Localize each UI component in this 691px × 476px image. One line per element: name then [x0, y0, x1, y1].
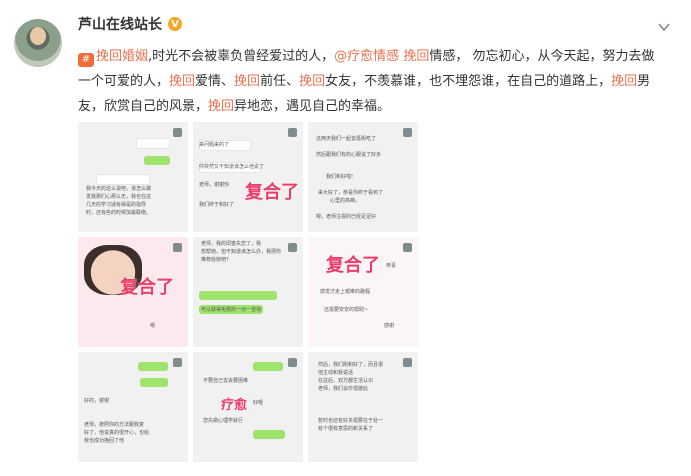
- stamp-text: 复合了: [326, 255, 380, 276]
- chevron-down-icon[interactable]: [655, 18, 673, 36]
- topic-link[interactable]: 挽回: [299, 74, 325, 89]
- chat-avatar: [288, 243, 297, 252]
- chat-message-text: 我今天的这么说吧，该怎么做: [86, 186, 152, 192]
- post-text-segment: ,时光不会被辜负曾经爱过的人，: [148, 49, 335, 64]
- image-tile-8[interactable]: 不要自己去会要困难好喔您先做心理学就行 疗愈: [193, 352, 303, 462]
- chat-message-text: 感谢: [384, 323, 395, 329]
- chat-message-text: 恭喜: [386, 263, 397, 269]
- chat-message-text: 几天的学习适有缘是的指导: [86, 202, 147, 208]
- tag-icon: #: [78, 53, 94, 67]
- chat-avatar: [288, 128, 297, 137]
- image-grid: 我今天的这么说吧，该怎么做 发我那们心那么无，我也在这 几天的学习适有缘是的指导 时，…: [78, 122, 418, 472]
- post-text-segment: 女友，不羡慕谁，也不埋怨谁，在自己的道路上，: [325, 74, 612, 89]
- chat-avatar: [403, 128, 412, 137]
- chat-avatar: [173, 128, 182, 137]
- image-tile-9[interactable]: 然后，我们刚和好了，而且很 他主动和我说话在这后，双方都生活认识 老师，我们会珍惜彼…: [308, 352, 418, 462]
- image-tile-4[interactable]: 嗯 复合了: [78, 237, 188, 347]
- post-text-segment: 爱情、: [195, 74, 235, 89]
- verified-badge-icon: V: [168, 17, 182, 31]
- image-tile-6[interactable]: 恭喜感觉才走上艰难的路程 还需要安安的帮助~ 感谢 复合了: [308, 237, 418, 347]
- chat-message-text: 有个很有意思的新关系了: [318, 426, 374, 432]
- chat-message-text: 发我那们心那么无，我也在这: [86, 194, 152, 200]
- user-line: 芦山在线站长 V: [78, 14, 182, 34]
- chat-message-text: 老师，谢谢你: [199, 182, 230, 188]
- chat-message-text: 老师，我们会珍惜彼此: [318, 386, 369, 392]
- chat-message-text: 老师，按照你的方法跟我复: [84, 422, 145, 428]
- chat-message-text: 心里的高峰。: [330, 198, 361, 204]
- topic-link[interactable]: 挽回: [234, 74, 260, 89]
- chat-message-text: 暂时也还有好多需要在于处一: [318, 418, 384, 424]
- chat-message-text: 你突然又不知道该怎么他说了: [199, 164, 265, 170]
- topic-link[interactable]: 挽回: [403, 49, 429, 64]
- chat-message-text: 来大好了，恭喜你终于看到了: [318, 190, 384, 196]
- image-tile-2[interactable]: 来问题来的了你突然又不知道该怎么他说了 老师，谢谢你 我们终于和好了 复合了: [193, 122, 303, 232]
- stamp-text: 复合了: [245, 182, 299, 203]
- chat-avatar: [288, 358, 297, 367]
- topic-link[interactable]: 挽回: [169, 74, 195, 89]
- chat-message-text: 来问题来的了: [199, 142, 230, 148]
- chat-message-text: 时，还有些的时候加最联络。: [86, 210, 152, 216]
- chat-avatar: [403, 243, 412, 252]
- chat-message-text: 他主动和我说话: [318, 370, 354, 376]
- topic-link[interactable]: 挽回: [611, 74, 637, 89]
- chat-message-text: 在这后，双方都生活认识: [318, 378, 374, 384]
- chat-avatar: [173, 358, 182, 367]
- chat-message-text: 想帮她，但不知道该怎么办，我把你: [201, 249, 282, 255]
- chat-message-text: 嗯，老师注视的已经足足好: [316, 214, 377, 220]
- chat-message-text: 我们终于和好了: [199, 202, 235, 208]
- chat-message-text: 好的，谢谢: [84, 398, 110, 404]
- chat-message-text: 推荐给她吧?: [201, 257, 229, 263]
- topic-link[interactable]: 挽回: [208, 99, 234, 114]
- chat-message-text: 好喔: [253, 400, 264, 406]
- image-tile-1[interactable]: 我今天的这么说吧，该怎么做 发我那们心那么无，我也在这 几天的学习适有缘是的指导 时，…: [78, 122, 188, 232]
- chat-message-text: 我也成功挽回了他: [84, 438, 125, 444]
- stamp-text: 疗愈: [221, 398, 248, 413]
- stamp-text: 复合了: [120, 277, 174, 298]
- chat-message-text: 然后，我们刚和好了，而且很: [318, 362, 384, 368]
- mention-link[interactable]: @疗愈情感: [334, 49, 399, 64]
- chat-message-text: 老师，我的闺蜜失恋了，我: [201, 241, 262, 247]
- chat-message-text: 您先做心理学就行: [203, 418, 244, 424]
- image-tile-7[interactable]: 好的，谢谢老师，按照你的方法跟我复 好了，他说真的很开心，也给 我也成功挽回了他: [78, 352, 188, 462]
- chat-message-text: 我们和好啦!: [326, 174, 354, 180]
- chat-message-text: 嗯: [150, 323, 156, 329]
- image-tile-3[interactable]: 这两天我们一起去逛街吃了 然后跟我们有的心跟说了好多我们和好啦! 来大好了，恭喜你终…: [308, 122, 418, 232]
- username[interactable]: 芦山在线站长: [78, 14, 162, 34]
- post-text-segment: 异地恋，遇见自己的幸福。: [234, 99, 391, 114]
- chat-message-text: 然后跟我们有的心跟说了好多: [316, 152, 382, 158]
- chat-message-text: 好了，他说真的很开心，也给: [84, 430, 150, 436]
- chat-avatar: [173, 243, 182, 252]
- avatar[interactable]: [14, 19, 62, 67]
- chat-message-text: 还需要安安的帮助~: [324, 307, 369, 313]
- image-tile-5[interactable]: 老师，我的闺蜜失恋了，我想帮她，但不知道该怎么办，我把你 推荐给她吧? 可以获得免费…: [193, 237, 303, 347]
- chat-message-text: 这两天我们一起去逛街吃了: [316, 136, 377, 142]
- chat-message-text: 不要自己去会要困难: [203, 378, 249, 384]
- topic-link[interactable]: 挽回婚姻: [96, 49, 148, 64]
- chat-avatar: [403, 358, 412, 367]
- post-text-segment: 前任、: [260, 74, 300, 89]
- chat-message-text: 可以获得免费的一对一咨询: [201, 307, 262, 313]
- chat-message-text: 感觉才走上艰难的路程: [320, 289, 371, 295]
- post-text: # 挽回婚姻,时光不会被辜负曾经爱过的人，@疗愈情感 挽回情感， 勿忘初心，从今天…: [78, 44, 658, 119]
